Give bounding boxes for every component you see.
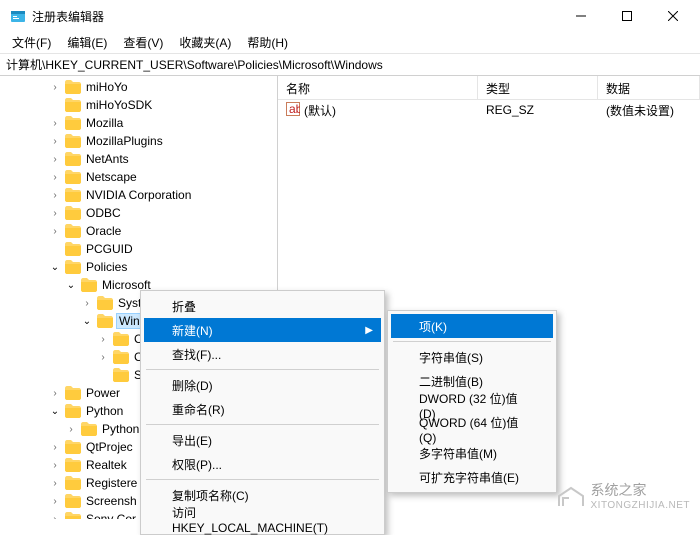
tree-node[interactable]: PCGUID xyxy=(0,240,277,258)
submenu-arrow-icon: ▶ xyxy=(365,325,373,336)
chevron-right-icon[interactable]: › xyxy=(80,296,94,310)
menu-item[interactable]: 折叠 xyxy=(144,294,381,318)
address-bar[interactable]: 计算机\HKEY_CURRENT_USER\Software\Policies\… xyxy=(0,54,700,76)
menu-item[interactable]: 查找(F)... xyxy=(144,342,381,366)
chevron-right-icon[interactable]: › xyxy=(48,224,62,238)
chevron-right-icon[interactable]: › xyxy=(48,80,62,94)
tree-label: Registere xyxy=(84,476,139,490)
tree-label: Policies xyxy=(84,260,129,274)
chevron-right-icon[interactable]: › xyxy=(48,206,62,220)
chevron-down-icon[interactable]: ⌄ xyxy=(48,260,62,274)
chevron-down-icon[interactable]: ⌄ xyxy=(48,404,62,418)
tree-node[interactable]: ⌄ Policies xyxy=(0,258,277,276)
menu-item[interactable]: 帮助(H) xyxy=(239,32,296,53)
tree-node[interactable]: › MozillaPlugins xyxy=(0,132,277,150)
tree-label: Oracle xyxy=(84,224,123,238)
menu-item[interactable]: 权限(P)... xyxy=(144,452,381,476)
menu-item[interactable]: 访问 HKEY_LOCAL_MACHINE(T) xyxy=(144,507,381,531)
watermark: 系统之家 XITONGZHIJIA.NET xyxy=(557,480,691,511)
tree-node[interactable]: › ODBC xyxy=(0,204,277,222)
tree-node[interactable]: › NVIDIA Corporation xyxy=(0,186,277,204)
string-value-icon: ab xyxy=(286,102,300,119)
chevron-right-icon[interactable]: › xyxy=(48,188,62,202)
menu-separator xyxy=(146,479,379,480)
menu-item[interactable]: 新建(N)▶ xyxy=(144,318,381,342)
close-button[interactable] xyxy=(650,0,696,32)
chevron-right-icon[interactable]: › xyxy=(48,494,62,508)
context-submenu-new: 项(K)字符串值(S)二进制值(B)DWORD (32 位)值(D)QWORD … xyxy=(387,310,557,493)
tree-label: MozillaPlugins xyxy=(84,134,165,148)
value-name: (默认) xyxy=(304,102,336,119)
app-icon xyxy=(10,8,26,24)
chevron-right-icon[interactable]: › xyxy=(96,350,110,364)
tree-node[interactable]: › miHoYo xyxy=(0,78,277,96)
chevron-right-icon[interactable]: › xyxy=(48,386,62,400)
chevron-right-icon[interactable]: › xyxy=(64,422,78,436)
tree-label: Sony Cor xyxy=(84,512,138,519)
maximize-button[interactable] xyxy=(604,0,650,32)
menu-item[interactable]: 删除(D) xyxy=(144,373,381,397)
tree-label: Power xyxy=(84,386,122,400)
chevron-right-icon[interactable]: › xyxy=(48,476,62,490)
tree-node[interactable]: miHoYoSDK xyxy=(0,96,277,114)
tree-node[interactable]: › Mozilla xyxy=(0,114,277,132)
tree-node[interactable]: › NetAnts xyxy=(0,150,277,168)
tree-label: NVIDIA Corporation xyxy=(84,188,193,202)
menu-item[interactable]: 编辑(E) xyxy=(59,32,115,53)
menu-item[interactable]: 项(K) xyxy=(391,314,553,338)
chevron-right-icon[interactable]: › xyxy=(48,152,62,166)
chevron-down-icon[interactable]: ⌄ xyxy=(64,278,78,292)
value-row[interactable]: ab (默认) REG_SZ(数值未设置) xyxy=(278,100,700,120)
chevron-right-icon[interactable]: › xyxy=(48,440,62,454)
menu-item[interactable]: 可扩充字符串值(E) xyxy=(391,465,553,489)
col-header-name[interactable]: 名称 xyxy=(278,76,478,99)
watermark-name: 系统之家 xyxy=(591,480,691,500)
tree-label: miHoYo xyxy=(84,80,130,94)
chevron-right-icon[interactable]: › xyxy=(48,458,62,472)
list-header: 名称 类型 数据 xyxy=(278,76,700,100)
chevron-down-icon[interactable]: ⌄ xyxy=(80,314,94,328)
col-header-data[interactable]: 数据 xyxy=(598,76,700,99)
menu-item[interactable]: 查看(V) xyxy=(115,32,171,53)
window-title: 注册表编辑器 xyxy=(32,8,558,25)
menu-item[interactable]: 多字符串值(M) xyxy=(391,441,553,465)
chevron-right-icon[interactable]: › xyxy=(48,170,62,184)
tree-node[interactable]: › Oracle xyxy=(0,222,277,240)
value-type: REG_SZ xyxy=(478,103,598,117)
chevron-right-icon[interactable]: › xyxy=(48,134,62,148)
menu-item[interactable]: 收藏夹(A) xyxy=(171,32,239,53)
menu-separator xyxy=(146,369,379,370)
menu-item[interactable]: 重命名(R) xyxy=(144,397,381,421)
tree-label: miHoYoSDK xyxy=(84,98,154,112)
menu-item[interactable]: QWORD (64 位)值(Q) xyxy=(391,417,553,441)
menubar: 文件(F)编辑(E)查看(V)收藏夹(A)帮助(H) xyxy=(0,32,700,54)
titlebar: 注册表编辑器 xyxy=(0,0,700,32)
minimize-button[interactable] xyxy=(558,0,604,32)
tree-label: Mozilla xyxy=(84,116,125,130)
tree-label: Netscape xyxy=(84,170,139,184)
context-menu: 折叠新建(N)▶查找(F)... 删除(D)重命名(R) 导出(E)权限(P)...… xyxy=(140,290,385,535)
tree-label: Realtek xyxy=(84,458,129,472)
chevron-right-icon[interactable]: › xyxy=(48,116,62,130)
menu-item[interactable]: 文件(F) xyxy=(4,32,59,53)
tree-node[interactable]: › Netscape xyxy=(0,168,277,186)
tree-label: PCGUID xyxy=(84,242,135,256)
watermark-url: XITONGZHIJIA.NET xyxy=(591,500,691,511)
menu-item[interactable]: 导出(E) xyxy=(144,428,381,452)
menu-item[interactable]: 字符串值(S) xyxy=(391,345,553,369)
menu-separator xyxy=(393,341,551,342)
menu-separator xyxy=(146,424,379,425)
chevron-right-icon[interactable]: › xyxy=(96,332,110,346)
tree-label: ODBC xyxy=(84,206,123,220)
tree-label: NetAnts xyxy=(84,152,131,166)
chevron-right-icon[interactable]: › xyxy=(48,512,62,519)
tree-label: QtProjec xyxy=(84,440,135,454)
tree-label: Python xyxy=(100,422,141,436)
tree-label: Screensh xyxy=(84,494,139,508)
col-header-type[interactable]: 类型 xyxy=(478,76,598,99)
tree-label: Python xyxy=(84,404,125,418)
value-data: (数值未设置) xyxy=(598,102,700,119)
svg-text:ab: ab xyxy=(289,102,300,116)
